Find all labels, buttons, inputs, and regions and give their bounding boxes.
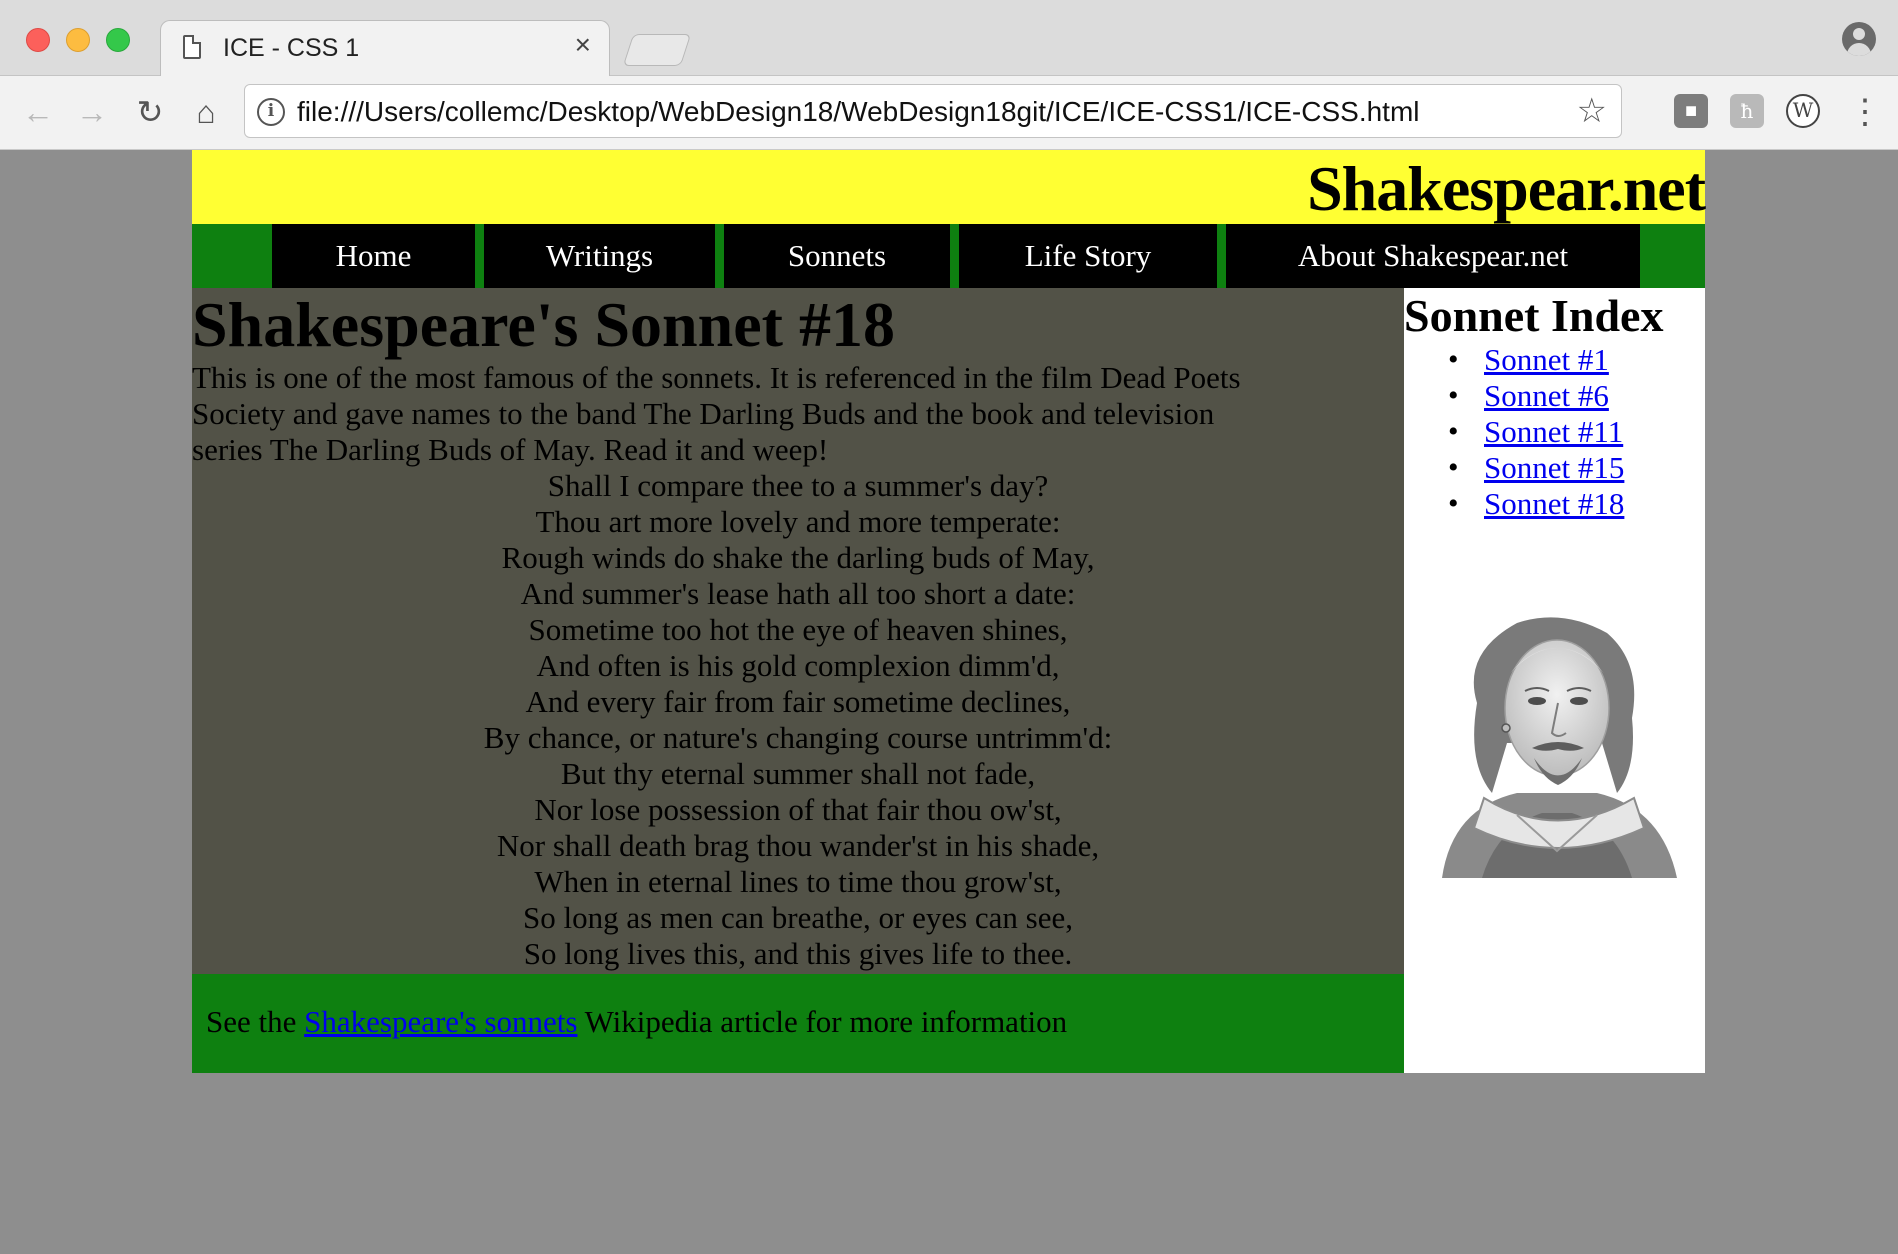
close-window-button[interactable] [26,28,50,52]
site-title: Shakespear.net [1307,153,1706,224]
home-icon[interactable]: ⌂ [186,92,226,132]
sonnet-link-6[interactable]: Sonnet #6 [1484,378,1609,413]
bookmark-star-icon[interactable]: ☆ [1577,91,1607,131]
list-item: Sonnet #1 [1448,342,1705,378]
poem-line: When in eternal lines to time thou grow'… [534,864,1062,899]
poem-line: Nor shall death brag thou wander'st in h… [496,828,1100,863]
poem-line: But thy eternal summer shall not fade, [560,756,1036,791]
site-header: Shakespear.net [192,150,1706,224]
poem-line: Nor lose possession of that fair thou ow… [534,792,1062,827]
sonnet-index-sidebar: Sonnet Index Sonnet #1 Sonnet #6 Sonnet … [1404,288,1705,1073]
info-icon[interactable]: i [257,98,285,126]
browser-tab-bar: ICE - CSS 1 × [0,0,1898,77]
web-page: Shakespear.net Home Writings Sonnets Lif… [192,150,1706,1073]
browser-toolbar: ← → ↻ ⌂ i file:///Users/collemc/Desktop/… [0,76,1898,150]
poem-line: Shall I compare thee to a summer's day? [547,468,1049,503]
shakespeare-portrait [1442,617,1677,878]
nav-about[interactable]: About Shakespear.net [1226,224,1640,288]
list-item: Sonnet #6 [1448,378,1705,414]
content-row: Shakespeare's Sonnet #18 This is one of … [192,288,1705,1073]
forward-arrow-icon[interactable]: → [72,92,112,132]
sonnet-link-11[interactable]: Sonnet #11 [1484,414,1623,449]
extension-shield-icon[interactable]: ■ [1674,94,1708,128]
nav-sonnets[interactable]: Sonnets [724,224,950,288]
wikipedia-link[interactable]: Shakespeare's sonnets [304,1004,577,1039]
poem-line: So long lives this, and this gives life … [523,936,1073,971]
poem-line: And every fair from fair sometime declin… [525,684,1071,719]
minimize-window-button[interactable] [66,28,90,52]
nav-home[interactable]: Home [272,224,475,288]
list-item: Sonnet #11 [1448,414,1705,450]
poem-line: And summer's lease hath all too short a … [520,576,1076,611]
poem-line: Thou art more lovely and more temperate: [535,504,1061,539]
poem-line: Rough winds do shake the darling buds of… [501,540,1095,575]
new-tab-button[interactable] [622,34,692,66]
footer-prefix: See the [206,1004,305,1039]
site-navbar: Home Writings Sonnets Life Story About S… [192,224,1705,288]
footer-suffix: Wikipedia article for more information [577,1004,1068,1039]
intro-paragraph: This is one of the most famous of the so… [192,360,1241,467]
sonnet-link-list: Sonnet #1 Sonnet #6 Sonnet #11 Sonnet #1… [1404,342,1705,522]
nav-life-story[interactable]: Life Story [959,224,1217,288]
sidebar-heading: Sonnet Index [1404,290,1664,341]
url-text[interactable]: file:///Users/collemc/Desktop/WebDesign1… [297,96,1420,128]
profile-icon[interactable] [1842,22,1876,56]
main-content: Shakespeare's Sonnet #18 This is one of … [192,288,1404,974]
page-title: Shakespeare's Sonnet #18 [192,289,895,360]
sonnet-link-18[interactable]: Sonnet #18 [1484,486,1624,521]
browser-tab[interactable]: ICE - CSS 1 × [160,20,610,77]
poem-line: And often is his gold complexion dimm'd, [536,648,1060,683]
footer-text: See the Shakespeare's sonnets Wikipedia … [206,1004,1067,1040]
nav-writings[interactable]: Writings [484,224,715,288]
browser-menu-icon[interactable]: ⋮ [1848,92,1882,132]
extension-w-icon[interactable]: W [1786,94,1820,128]
poem-line: So long as men can breathe, or eyes can … [522,900,1074,935]
back-arrow-icon[interactable]: ← [18,92,58,132]
poem-line: Sometime too hot the eye of heaven shine… [528,612,1068,647]
poem-line: By chance, or nature's changing course u… [483,720,1113,755]
extension-h-icon[interactable]: ħ [1730,94,1764,128]
sonnet-poem: Shall I compare thee to a summer's day? … [192,468,1404,972]
list-item: Sonnet #15 [1448,450,1705,486]
maximize-window-button[interactable] [106,28,130,52]
close-tab-icon[interactable]: × [575,29,591,60]
sonnet-link-1[interactable]: Sonnet #1 [1484,342,1609,377]
tab-title: ICE - CSS 1 [223,34,360,62]
document-icon [183,35,201,59]
page-footer: See the Shakespeare's sonnets Wikipedia … [192,974,1404,1073]
reload-icon[interactable]: ↻ [130,92,170,132]
address-bar[interactable]: i file:///Users/collemc/Desktop/WebDesig… [244,84,1622,138]
sonnet-link-15[interactable]: Sonnet #15 [1484,450,1624,485]
list-item: Sonnet #18 [1448,486,1705,522]
